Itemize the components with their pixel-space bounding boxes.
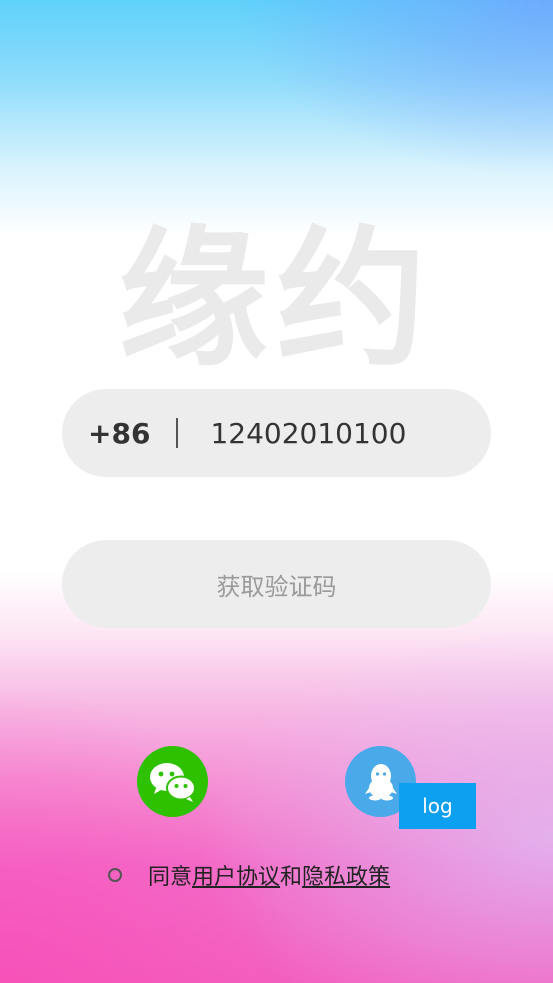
agreement-prefix: 同意 — [148, 865, 193, 890]
log-tag[interactable]: log — [399, 783, 476, 829]
agree-radio-button[interactable] — [108, 868, 122, 882]
get-verification-code-button[interactable]: 获取验证码 — [62, 540, 491, 628]
wechat-login-button[interactable] — [137, 746, 208, 817]
wechat-icon — [149, 762, 196, 802]
input-divider — [176, 418, 179, 448]
phone-input-group: +86 — [62, 389, 491, 477]
agreement-row: 同意 用户协议 和 隐私政策 — [108, 858, 390, 892]
agreement-conjunction: 和 — [280, 865, 303, 890]
qq-icon — [364, 763, 397, 800]
user-agreement-link[interactable]: 用户协议 — [192, 859, 280, 891]
phone-number-input[interactable] — [210, 416, 471, 450]
privacy-policy-link[interactable]: 隐私政策 — [302, 859, 390, 891]
app-logo-text: 缘约 — [118, 213, 435, 387]
country-code-selector[interactable]: +86 — [88, 417, 150, 450]
